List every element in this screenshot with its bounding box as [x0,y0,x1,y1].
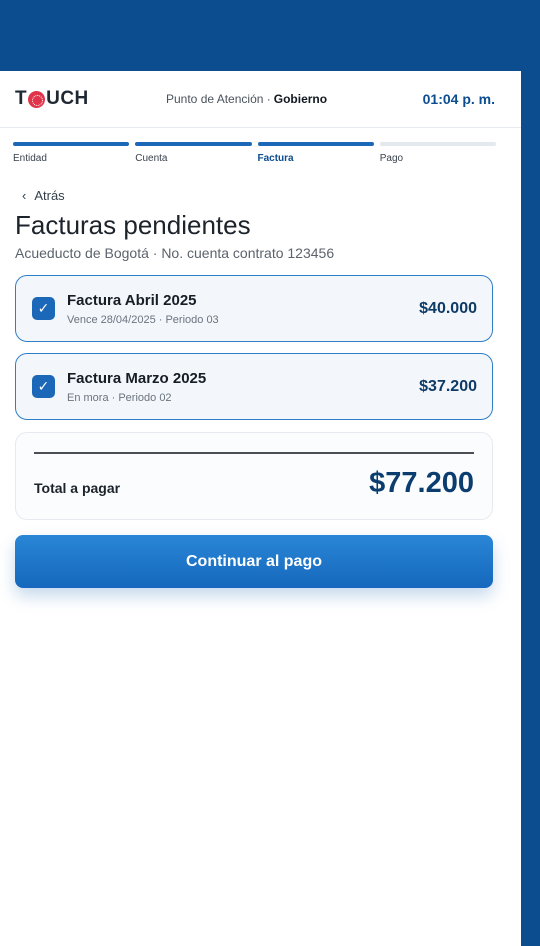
service-point: Punto de Atención · Gobierno [166,92,327,106]
invoice-text: Factura Marzo 2025 En mora · Periodo 02 [67,370,206,404]
total-label: Total a pagar [34,480,121,496]
kiosk-panel: T UCH Punto de Atención · Gobierno 01:04 p… [0,71,521,946]
invoice-title: Factura Abril 2025 [67,291,197,309]
invoice-amount: $37.200 [419,377,477,395]
page-title: Facturas pendientes [15,210,251,240]
chevron-left-icon: ‹ [22,188,27,203]
invoice-card[interactable]: ✓ Factura Marzo 2025 En mora · Periodo 0… [15,353,493,420]
step-cuenta: Cuenta [135,142,252,164]
touch-logo: T UCH [15,88,155,110]
summary-divider [34,452,474,454]
back-button[interactable]: ‹ Atrás [22,188,521,203]
step-pago: Pago [379,142,496,164]
step-label: Entidad [13,153,47,164]
invoice-meta: Vence 28/04/2025 · Periodo 03 [67,313,219,326]
continue-to-payment-button[interactable]: Continuar al pago [15,535,493,588]
logo-text-end: UCH [46,88,89,109]
top-bar: T UCH Punto de Atención · Gobierno 01:04 p… [0,71,521,128]
back-label: Atrás [34,188,65,203]
step-entidad: Entidad [13,142,130,164]
progress-stepper: Entidad Cuenta Factura Pago [0,128,521,164]
step-bar [379,142,496,146]
logo-mark-icon [28,90,46,108]
service-point-value: Gobierno [273,92,328,106]
step-bar [135,142,252,146]
step-label: Cuenta [135,153,168,164]
invoice-meta: En mora · Periodo 02 [67,391,172,404]
step-factura: Factura [257,142,374,164]
page-subtitle: Acueducto de Bogotá · No. cuenta contrat… [15,245,335,261]
invoice-title: Factura Marzo 2025 [67,369,207,387]
checkbox-checked-icon[interactable]: ✓ [32,297,55,320]
invoice-text: Factura Abril 2025 Vence 28/04/2025 · Pe… [67,292,219,326]
step-label: Factura [257,153,294,164]
service-point-label: Punto de Atención · [166,92,271,106]
logo-text-start: T [15,88,28,109]
step-label: Pago [379,153,404,164]
clock-time: 01:04 p. m. [422,91,495,107]
total-summary: Total a pagar $77.200 [15,432,493,520]
invoice-card[interactable]: ✓ Factura Abril 2025 Vence 28/04/2025 · … [15,275,493,342]
checkbox-checked-icon[interactable]: ✓ [32,375,55,398]
step-bar [13,142,130,146]
total-amount: $77.200 [369,467,474,499]
step-bar [257,142,374,146]
invoice-amount: $40.000 [419,299,477,317]
